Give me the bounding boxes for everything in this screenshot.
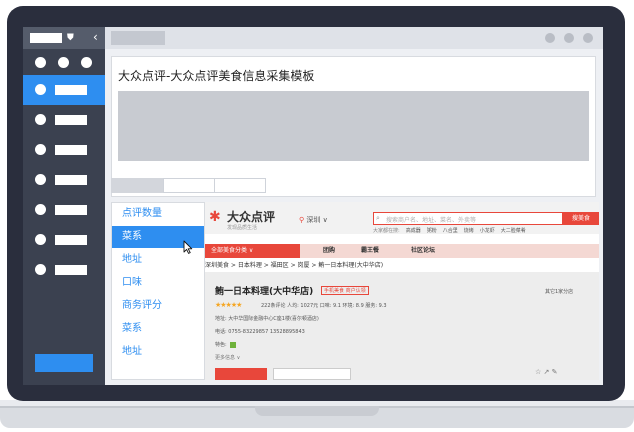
template-preview-placeholder — [118, 91, 589, 161]
tab-bar — [111, 178, 266, 193]
shop-action-icons[interactable]: ☆ ↗ ✎ — [535, 368, 557, 376]
search-placeholder: 搜索商户名、地址、菜名、外卖等 — [386, 217, 477, 224]
mouse-cursor-icon — [183, 240, 193, 254]
top-bar — [105, 27, 603, 49]
sidebar-item[interactable] — [23, 75, 105, 105]
site-logo[interactable]: 大众点评 — [227, 208, 275, 225]
sidebar-item[interactable] — [23, 195, 105, 225]
sidebar-item-icon — [35, 84, 46, 95]
sidebar-control-dot[interactable] — [81, 57, 92, 68]
other-branches-link[interactable]: 其它1家分店 — [545, 288, 573, 295]
sidebar-item-icon — [35, 174, 46, 185]
sidebar-item-icon — [35, 144, 46, 155]
sidebar-item-icon — [35, 204, 46, 215]
shop-stats: 222条评论 人均: 1027元 口味: 9.1 环境: 8.9 服务: 9.3 — [261, 303, 387, 309]
tab-3[interactable] — [214, 178, 266, 193]
dianping-logo-icon: ✱ — [209, 209, 221, 225]
field-list-item[interactable]: 商务评分 — [112, 295, 204, 317]
field-list: 点评数量 菜系 地址 口味 商务评分 菜系 地址 — [111, 202, 205, 380]
hot-search-link[interactable]: 大二脸菜肴 — [501, 228, 526, 234]
tab-2[interactable] — [163, 178, 215, 193]
more-info-link[interactable]: 更多信息 ∨ — [215, 354, 240, 361]
app-logo — [30, 33, 62, 43]
shield-icon: ⛊ — [67, 33, 74, 43]
sidebar-item-icon — [35, 234, 46, 245]
search-icon: ⌕ — [376, 214, 380, 222]
shop-features-label: 特色: — [215, 342, 227, 348]
sidebar-item[interactable] — [23, 225, 105, 255]
shop-name: 鲔一日本料理(大中华店) — [215, 287, 314, 297]
sidebar: ⛊ ‹ — [23, 27, 105, 385]
web-preview: ✱ 大众点评 发现品质生活 ⚲ 深圳 ∨ ⌕ 搜索商户名、地址、菜名、外卖等 搜… — [205, 202, 599, 380]
sidebar-header: ⛊ ‹ — [23, 27, 105, 49]
breadcrumb[interactable]: 深圳美食 > 日本料理 > 福田区 > 岗厦 > 鲔一日本料理(大中华店) — [205, 260, 599, 272]
hot-search-link[interactable]: 小龙虾 — [480, 228, 495, 234]
sidebar-item[interactable] — [23, 255, 105, 285]
site-search-button[interactable]: 搜美食 — [563, 212, 599, 225]
city-name: 深圳 — [306, 216, 321, 224]
collapse-chevron-icon[interactable]: ‹ — [93, 30, 98, 44]
sidebar-item-icon — [35, 114, 46, 125]
sidebar-item-label — [55, 145, 87, 155]
sidebar-item-label — [55, 175, 87, 185]
shop-phone: 电话: 0755-83229857 13528895843 — [215, 329, 305, 335]
hot-search-link[interactable]: 烧烤 — [464, 228, 474, 234]
write-review-button[interactable] — [215, 368, 267, 380]
laptop-hinge — [255, 406, 379, 416]
shop-address: 地址: 大中华国际金融中心C座1楼(喜尔顿酒店) — [215, 316, 319, 322]
field-list-item[interactable]: 点评数量 — [112, 203, 204, 225]
nav-item-groupbuy[interactable]: 团购 — [323, 244, 335, 258]
sidebar-item-label — [55, 205, 87, 215]
upload-photo-button[interactable] — [273, 368, 351, 380]
address-field[interactable] — [111, 31, 165, 45]
template-panel: 大众点评-大众点评美食信息采集模板 — [111, 56, 596, 197]
sidebar-control-dot[interactable] — [35, 57, 46, 68]
sidebar-item[interactable] — [23, 105, 105, 135]
sidebar-item-label — [55, 265, 87, 275]
app-window: ⛊ ‹ 大众点评-大众点评美食信息采集模板 点评数量 菜系 地址 口味 商务评分… — [23, 27, 603, 385]
field-list-item[interactable]: 口味 — [112, 272, 204, 294]
shop-badge: 手机美食 商户认领 — [321, 286, 369, 295]
hot-searches-label: 大家都在搜: — [373, 228, 400, 234]
tab-1[interactable] — [111, 178, 164, 193]
rating-stars: ★★★★★ — [215, 301, 242, 309]
field-list-item[interactable]: 菜系 — [112, 318, 204, 340]
sidebar-item-label — [55, 115, 87, 125]
sidebar-item-icon — [35, 264, 46, 275]
sidebar-item-label — [55, 235, 87, 245]
category-menu-label: 全部美食分类 — [211, 247, 248, 254]
nav-item-free-meal[interactable]: 霸王餐 — [361, 244, 379, 258]
nav-item-forum[interactable]: 社区论坛 — [411, 244, 435, 258]
feature-icon — [229, 341, 236, 348]
city-selector[interactable]: ⚲ 深圳 ∨ — [299, 215, 328, 225]
page-title: 大众点评-大众点评美食信息采集模板 — [118, 69, 315, 83]
hot-search-link[interactable]: 八合里 — [443, 228, 458, 234]
sidebar-control-dot[interactable] — [58, 57, 69, 68]
hot-search-link[interactable]: 高成器 — [406, 228, 421, 234]
window-control-maximize[interactable] — [564, 33, 574, 43]
hot-search-link[interactable]: 粥粉 — [427, 228, 437, 234]
category-menu[interactable]: 全部美食分类 ∨ — [205, 244, 300, 258]
site-search-input[interactable]: ⌕ 搜索商户名、地址、菜名、外卖等 — [373, 212, 563, 225]
shop-features: 特色: — [215, 341, 236, 348]
window-control-close[interactable] — [583, 33, 593, 43]
field-list-item[interactable]: 地址 — [112, 341, 204, 363]
sidebar-item[interactable] — [23, 135, 105, 165]
sidebar-item[interactable] — [23, 165, 105, 195]
sidebar-action-button[interactable] — [35, 354, 93, 372]
hot-searches: 大家都在搜: 高成器 粥粉 八合里 烧烤 小龙虾 大二脸菜肴 — [373, 227, 526, 234]
sidebar-item-label — [55, 85, 87, 95]
window-control-minimize[interactable] — [545, 33, 555, 43]
site-slogan: 发现品质生活 — [227, 225, 258, 231]
